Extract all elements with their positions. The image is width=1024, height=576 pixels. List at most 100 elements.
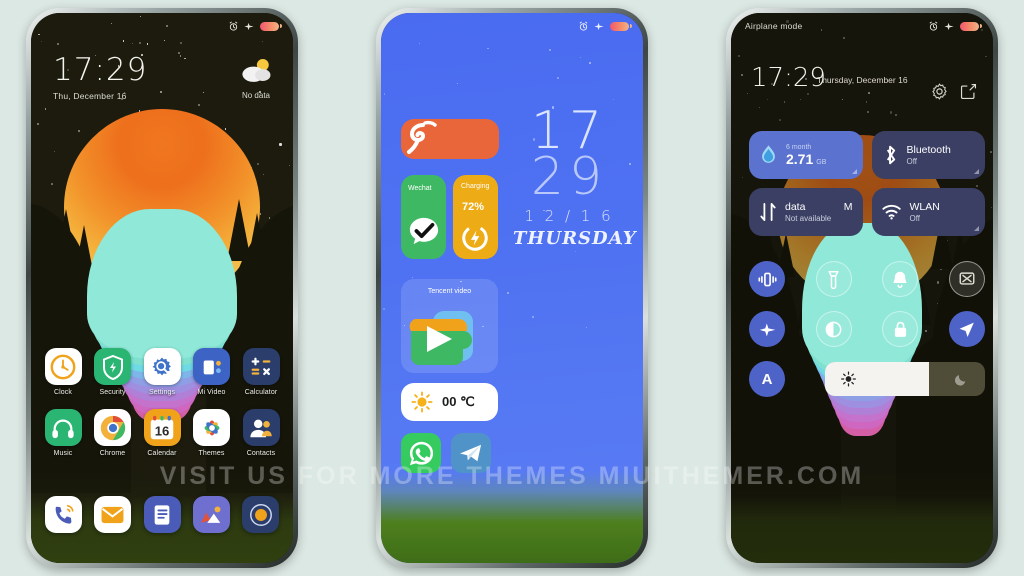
gear-icon [143, 348, 181, 385]
card-subtitle: Not available [785, 214, 832, 223]
expand-corner-icon[interactable] [974, 226, 979, 231]
control-center-actions [931, 83, 977, 100]
wechat-icon [409, 217, 439, 245]
orange-banner-widget[interactable] [401, 119, 499, 159]
bluetooth-card[interactable]: Bluetooth Off [871, 131, 985, 179]
gallery-icon[interactable] [192, 496, 230, 533]
swirl-icon [407, 120, 437, 154]
weather-widget[interactable]: 00 ℃ [401, 383, 498, 421]
phone-right-screen[interactable]: Airplane mode 17:29 Thursday, December 1… [731, 13, 993, 563]
auto-brightness-toggle[interactable]: A [749, 361, 785, 397]
svg-text:16: 16 [155, 423, 170, 438]
headphones-icon [44, 409, 82, 446]
partly-cloudy-icon [242, 58, 271, 82]
grass-foreground [381, 471, 643, 563]
expand-corner-icon[interactable] [851, 169, 857, 174]
toggle-row-1 [749, 261, 985, 297]
app-music[interactable]: Music [41, 409, 85, 457]
envelope-icon[interactable] [94, 496, 132, 533]
battery-widget[interactable]: Charging 72% [453, 175, 498, 259]
app-grid: Clock Security Settings Mi Video Calcula… [31, 348, 293, 470]
card-value: 2.71 [786, 150, 814, 167]
app-clock[interactable]: Clock [41, 348, 85, 396]
weather-widget[interactable]: No data [239, 57, 273, 100]
whatsapp-icon[interactable] [401, 433, 441, 473]
card-subtitle: Off [909, 214, 921, 223]
widget-label: Tencent video [427, 288, 472, 295]
wifi-icon [881, 204, 901, 220]
brightness-slider[interactable] [825, 362, 985, 396]
phone-left-screen[interactable]: 17:29 Thu, December 16 No data Clock Sec… [31, 13, 293, 563]
contacts-icon [242, 409, 280, 446]
screen-cast-toggle[interactable] [948, 261, 985, 297]
app-chrome[interactable]: Chrome [91, 409, 135, 457]
card-subtitle: Off [906, 157, 918, 166]
card-title: data [785, 201, 806, 213]
flashlight-toggle[interactable] [815, 261, 852, 297]
clock-weekday: THURSDAY [513, 227, 637, 249]
widget-label: Charging [461, 183, 490, 190]
browser-icon[interactable] [242, 496, 279, 533]
card-title: WLAN [909, 201, 940, 213]
phone-left: 17:29 Thu, December 16 No data Clock Sec… [26, 8, 298, 568]
clock-icon [44, 348, 82, 385]
expand-corner-icon[interactable] [974, 169, 979, 174]
app-label: Calculator [244, 389, 278, 396]
app-label: Settings [148, 389, 176, 396]
control-center: 17:29 Thursday, December 16 6 month 2.71… [731, 13, 993, 563]
vibrate-toggle[interactable] [749, 261, 785, 297]
tencent-video-icon [409, 311, 473, 365]
clock-date: 1 2 / 1 6 [524, 206, 614, 225]
app-label: Contacts [246, 450, 276, 457]
settings-gear-icon[interactable] [931, 83, 948, 100]
status-bar [31, 13, 293, 39]
phone-icon[interactable] [45, 496, 82, 533]
mobile-data-card[interactable]: data M Not available [749, 188, 863, 236]
app-calculator[interactable]: Calculator [239, 348, 283, 396]
dock [31, 496, 293, 533]
app-label: Chrome [99, 450, 126, 457]
location-toggle[interactable] [948, 311, 985, 347]
edit-icon[interactable] [960, 83, 977, 100]
moon-icon [954, 375, 966, 386]
app-settings[interactable]: Settings [140, 348, 184, 396]
ringer-toggle[interactable] [882, 261, 919, 297]
wlan-card[interactable]: WLAN Off [871, 188, 985, 236]
app-themes[interactable]: Themes [190, 409, 234, 457]
alarm-icon [229, 21, 238, 31]
battery-percent: 72% [462, 201, 485, 213]
airplane-toggle[interactable] [749, 311, 785, 347]
battery-icon [610, 21, 632, 31]
alarm-icon [579, 21, 588, 31]
widget-clock: 17 29 1 2 / 1 6 THURSDAY [513, 105, 637, 249]
cast-icon [959, 272, 975, 285]
phone-right: Airplane mode 17:29 Thursday, December 1… [726, 8, 998, 568]
app-contacts[interactable]: Contacts [239, 409, 283, 457]
app-security[interactable]: Security [91, 348, 135, 396]
app-label: Music [53, 450, 73, 457]
clock-date: Thu, December 16 [53, 91, 127, 101]
sun-icon [411, 391, 433, 413]
video-icon [193, 348, 230, 385]
lock-toggle[interactable] [882, 311, 919, 347]
notes-icon[interactable] [143, 496, 181, 533]
app-mi-video[interactable]: Mi Video [190, 348, 234, 396]
app-label: Calendar [147, 450, 177, 457]
wechat-widget[interactable]: Wechat [401, 175, 446, 259]
dark-mode-toggle[interactable] [815, 311, 852, 347]
calculator-icon [242, 348, 280, 385]
app-calendar[interactable]: 16 Calendar [140, 409, 184, 457]
data-usage-card[interactable]: 6 month 2.71 GB [749, 131, 863, 179]
telegram-icon[interactable] [451, 433, 491, 473]
lock-icon [894, 321, 906, 337]
phone-center-screen[interactable]: 17 29 1 2 / 1 6 THURSDAY Wechat Charging… [381, 13, 643, 563]
bluetooth-icon [886, 145, 895, 165]
tencent-video-widget[interactable]: Tencent video [401, 279, 498, 373]
weather-temperature: 00 ℃ [442, 394, 475, 409]
brightness-row: A [749, 361, 985, 397]
clock-minutes: 29 [530, 146, 608, 207]
sun-icon [841, 371, 856, 387]
app-label: Security [99, 389, 126, 396]
status-bar-right [578, 21, 632, 32]
app-label: Clock [53, 389, 72, 396]
